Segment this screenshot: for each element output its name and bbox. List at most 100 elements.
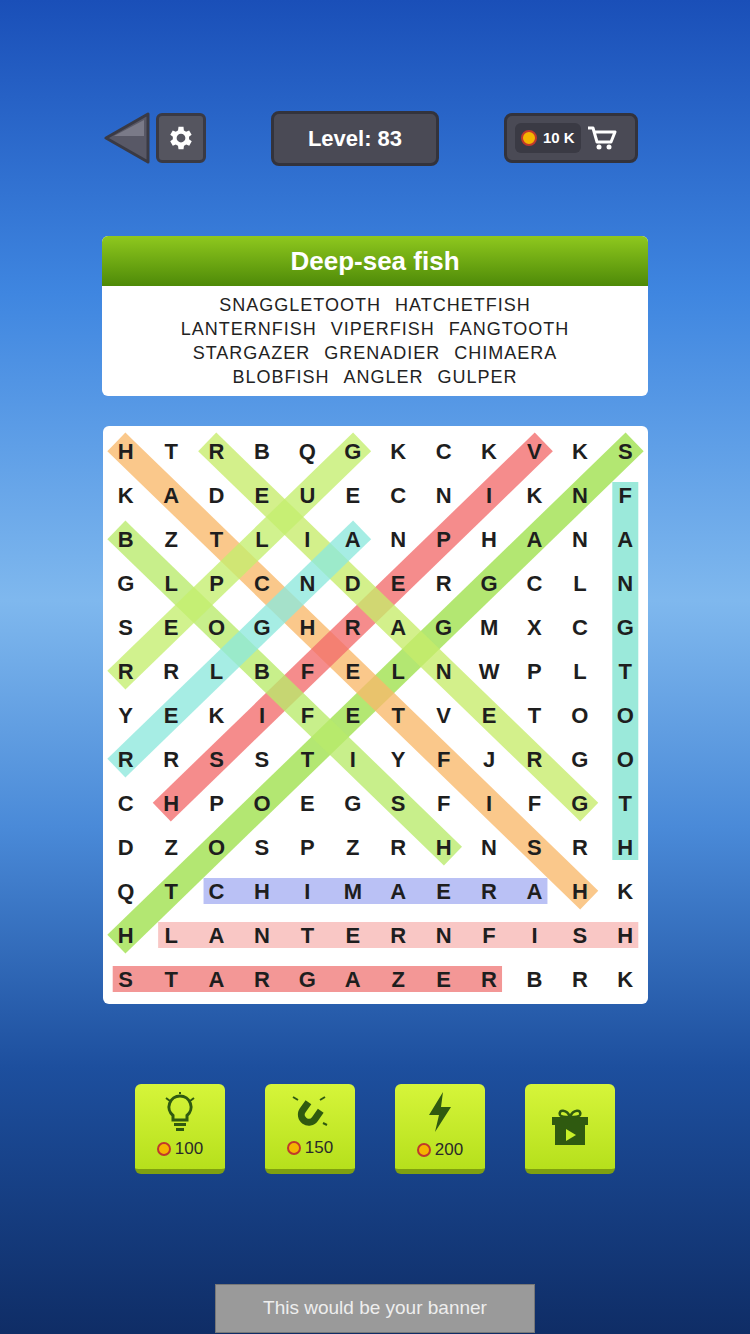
grid-letter[interactable]: K (557, 429, 602, 473)
grid-letter[interactable]: E (330, 913, 375, 957)
grid-letter[interactable]: Z (330, 825, 375, 869)
grid-letter[interactable]: T (148, 957, 193, 1001)
grid-letter[interactable]: K (376, 429, 421, 473)
grid-letter[interactable]: A (148, 473, 193, 517)
grid-letter[interactable]: G (557, 737, 602, 781)
grid-letter[interactable]: H (103, 913, 148, 957)
grid-letter[interactable]: E (148, 693, 193, 737)
grid-letter[interactable]: C (194, 869, 239, 913)
grid-letter[interactable]: N (421, 913, 466, 957)
grid-letter[interactable]: H (603, 913, 648, 957)
grid-letter[interactable]: K (103, 473, 148, 517)
grid-letter[interactable]: T (603, 781, 648, 825)
grid-letter[interactable]: E (148, 605, 193, 649)
coins-badge[interactable]: 10 K (504, 113, 638, 163)
grid-letter[interactable]: M (330, 869, 375, 913)
grid-letter[interactable]: N (376, 517, 421, 561)
grid-letter[interactable]: R (466, 957, 511, 1001)
grid-letter[interactable]: B (239, 429, 284, 473)
grid-letter[interactable]: I (330, 737, 375, 781)
grid-letter[interactable]: G (466, 561, 511, 605)
grid-letter[interactable]: L (557, 561, 602, 605)
grid-letter[interactable]: F (603, 473, 648, 517)
grid-letter[interactable]: G (285, 957, 330, 1001)
grid-letter[interactable]: R (148, 737, 193, 781)
grid-letter[interactable]: C (557, 605, 602, 649)
grid-letter[interactable]: A (512, 517, 557, 561)
grid-letter[interactable]: L (557, 649, 602, 693)
grid-letter[interactable]: A (194, 913, 239, 957)
grid-letter[interactable]: B (239, 649, 284, 693)
grid-letter[interactable]: R (376, 913, 421, 957)
grid-letter[interactable]: A (194, 957, 239, 1001)
grid-letter[interactable]: E (330, 473, 375, 517)
grid-letter[interactable]: K (512, 473, 557, 517)
grid-letter[interactable]: L (376, 649, 421, 693)
grid-letter[interactable]: K (603, 957, 648, 1001)
grid-letter[interactable]: R (421, 561, 466, 605)
grid-letter[interactable]: F (512, 781, 557, 825)
grid-letter[interactable]: T (376, 693, 421, 737)
grid-letter[interactable]: R (466, 869, 511, 913)
grid-letter[interactable]: I (512, 913, 557, 957)
grid-letter[interactable]: N (285, 561, 330, 605)
grid-letter[interactable]: H (466, 517, 511, 561)
grid-letter[interactable]: S (557, 913, 602, 957)
grid-letter[interactable]: N (603, 561, 648, 605)
grid-letter[interactable]: G (103, 561, 148, 605)
letter-grid[interactable]: HTRBQGKCKVKSKADEUECNIKNFBZTLIANPHANAGLPC… (103, 426, 648, 1004)
grid-letter[interactable]: E (376, 561, 421, 605)
grid-letter[interactable]: H (603, 825, 648, 869)
grid-letter[interactable]: T (285, 737, 330, 781)
grid-letter[interactable]: R (557, 957, 602, 1001)
grid-letter[interactable]: N (466, 825, 511, 869)
grid-letter[interactable]: X (512, 605, 557, 649)
grid-letter[interactable]: R (148, 649, 193, 693)
grid-letter[interactable]: L (239, 517, 284, 561)
grid-letter[interactable]: E (421, 957, 466, 1001)
grid-letter[interactable]: C (421, 429, 466, 473)
grid-letter[interactable]: H (239, 869, 284, 913)
grid-letter[interactable]: G (330, 781, 375, 825)
grid-letter[interactable]: Y (103, 693, 148, 737)
grid-letter[interactable]: T (148, 869, 193, 913)
back-button[interactable] (104, 112, 150, 164)
grid-letter[interactable]: S (194, 737, 239, 781)
grid-letter[interactable]: O (194, 825, 239, 869)
grid-letter[interactable]: D (330, 561, 375, 605)
grid-letter[interactable]: K (194, 693, 239, 737)
grid-letter[interactable]: I (466, 473, 511, 517)
grid-letter[interactable]: N (421, 473, 466, 517)
grid-letter[interactable]: L (148, 561, 193, 605)
grid-letter[interactable]: F (421, 781, 466, 825)
grid-letter[interactable]: M (466, 605, 511, 649)
grid-letter[interactable]: S (239, 737, 284, 781)
grid-letter[interactable]: E (330, 693, 375, 737)
grid-letter[interactable]: T (512, 693, 557, 737)
grid-letter[interactable]: C (376, 473, 421, 517)
grid-letter[interactable]: Z (376, 957, 421, 1001)
grid-letter[interactable]: F (421, 737, 466, 781)
grid-letter[interactable]: W (466, 649, 511, 693)
grid-letter[interactable]: R (103, 737, 148, 781)
grid-letter[interactable]: I (285, 517, 330, 561)
grid-letter[interactable]: O (603, 737, 648, 781)
grid-letter[interactable]: Z (148, 825, 193, 869)
grid-letter[interactable]: C (103, 781, 148, 825)
grid-letter[interactable]: F (285, 693, 330, 737)
grid-letter[interactable]: A (330, 517, 375, 561)
grid-letter[interactable]: H (421, 825, 466, 869)
grid-letter[interactable]: R (512, 737, 557, 781)
grid-letter[interactable]: R (194, 429, 239, 473)
grid-letter[interactable]: G (557, 781, 602, 825)
settings-button[interactable] (156, 113, 206, 163)
grid-letter[interactable]: I (239, 693, 284, 737)
grid-letter[interactable]: R (557, 825, 602, 869)
grid-letter[interactable]: G (603, 605, 648, 649)
grid-letter[interactable]: S (103, 957, 148, 1001)
grid-letter[interactable]: S (376, 781, 421, 825)
grid-letter[interactable]: R (103, 649, 148, 693)
grid-letter[interactable]: B (103, 517, 148, 561)
grid-letter[interactable]: Q (285, 429, 330, 473)
grid-letter[interactable]: H (103, 429, 148, 473)
